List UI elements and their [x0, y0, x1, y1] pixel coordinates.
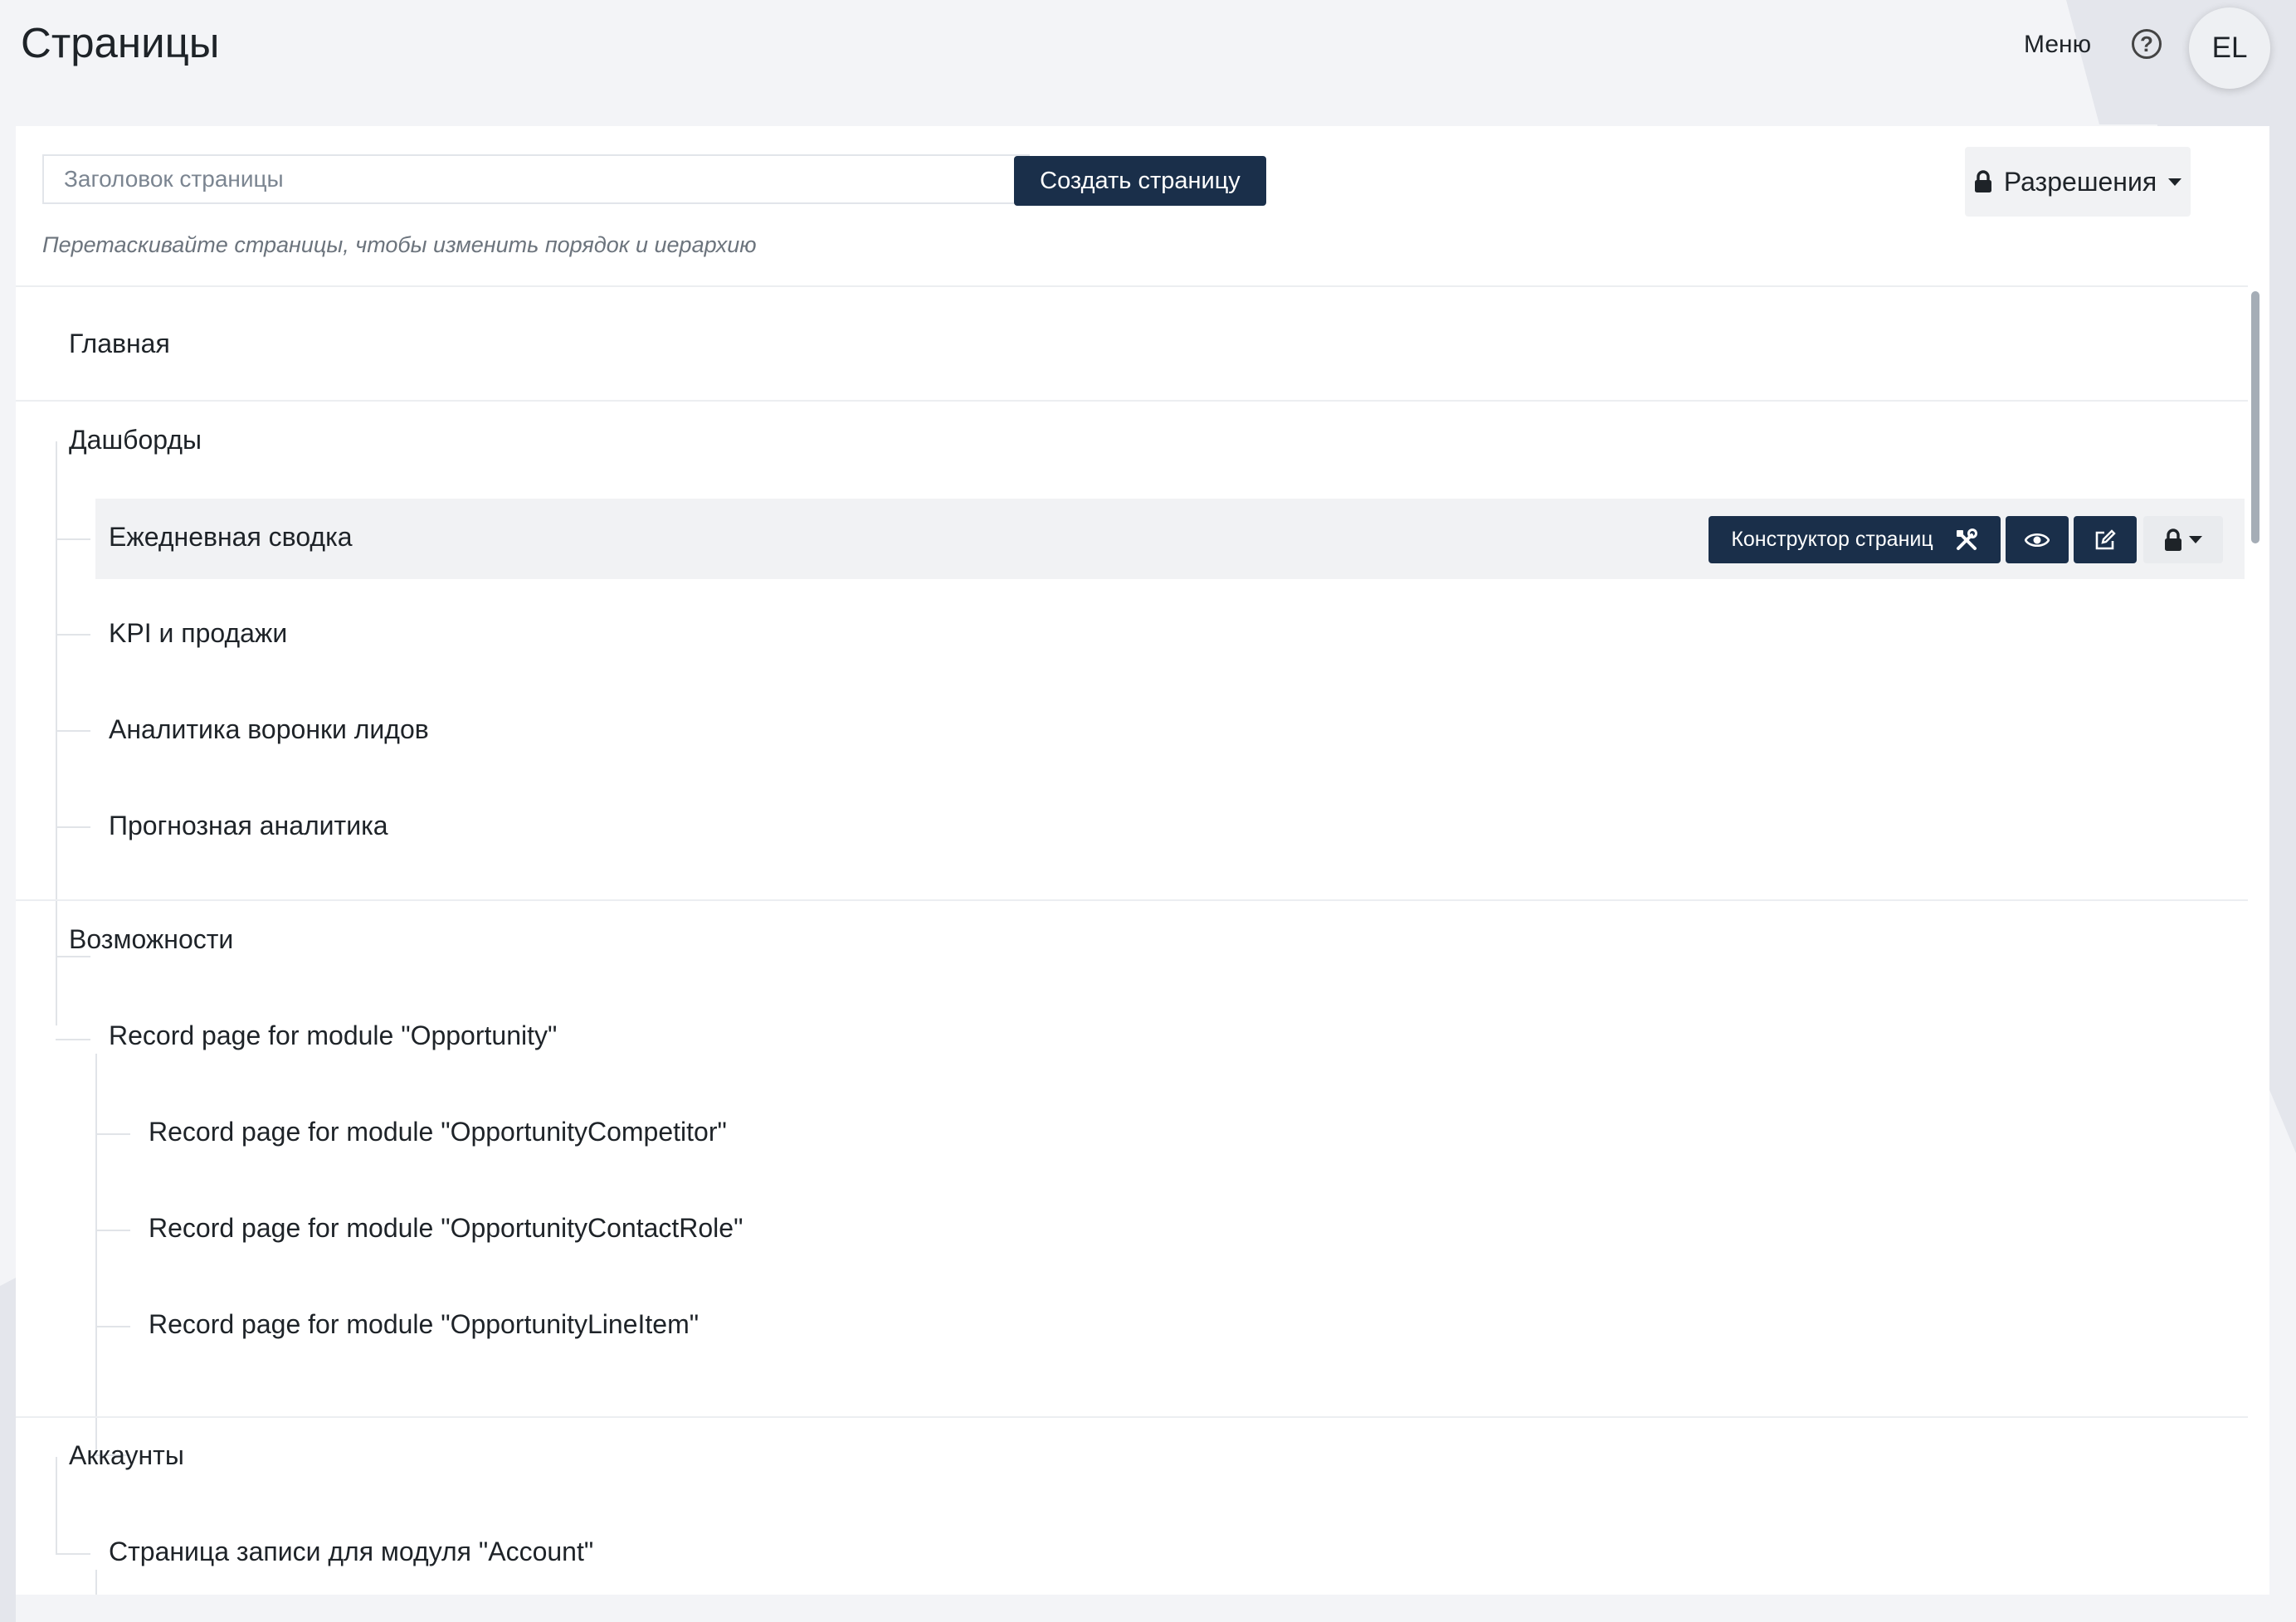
tree-node-dashboards[interactable]: Дашборды — [69, 425, 202, 455]
create-page-button[interactable]: Создать страницу — [1014, 156, 1266, 206]
tree-connector — [95, 1570, 97, 1595]
drag-hint: Перетаскивайте страницы, чтобы изменить … — [42, 232, 757, 257]
menu-button[interactable]: Меню — [2024, 31, 2091, 59]
tree-node-lead-funnel[interactable]: Аналитика воронки лидов — [109, 714, 429, 745]
page-builder-label: Конструктор страниц — [1731, 528, 1933, 551]
pages-card: Создать страницу Разрешения Перетаскивай… — [16, 126, 2269, 1595]
tree-connector — [56, 941, 57, 1025]
scrollbar[interactable] — [2248, 288, 2263, 1595]
lock-icon — [2165, 528, 2181, 551]
tree-connector — [56, 634, 90, 636]
edit-page-button[interactable] — [2074, 516, 2137, 563]
question-circle-icon[interactable]: ? — [2132, 29, 2162, 59]
tree-node-kpi-sales[interactable]: KPI и продажи — [109, 618, 287, 649]
tree-connector — [56, 956, 90, 957]
tree-node-forecast[interactable]: Прогнозная аналитика — [109, 811, 388, 841]
row-actions: Конструктор страниц — [1709, 516, 2223, 563]
tree-node-opportunity-contact-role[interactable]: Record page for module "OpportunityConta… — [149, 1213, 743, 1244]
tree-connector — [56, 730, 90, 732]
tree-node-opportunity-competitor[interactable]: Record page for module "OpportunityCompe… — [149, 1117, 727, 1147]
chevron-down-icon — [2168, 178, 2182, 186]
tools-icon — [1956, 528, 1977, 550]
avatar[interactable]: EL — [2189, 7, 2270, 89]
divider — [16, 1416, 2248, 1418]
tree-connector — [56, 1457, 57, 1553]
lock-icon — [1974, 170, 1991, 192]
tree-connector — [95, 1326, 130, 1327]
scrollbar-thumb[interactable] — [2251, 291, 2259, 543]
page-permissions-dropdown[interactable] — [2143, 516, 2223, 563]
tree-connector — [95, 1133, 130, 1135]
page-builder-button[interactable]: Конструктор страниц — [1709, 516, 2001, 563]
view-page-button[interactable] — [2006, 516, 2069, 563]
permissions-label: Разрешения — [2003, 166, 2157, 197]
tree-connector — [56, 1039, 90, 1040]
eye-icon — [2025, 533, 2050, 547]
divider — [16, 400, 2248, 402]
tree-node-daily-summary[interactable]: Ежедневная сводка — [109, 522, 353, 553]
tree-connector — [95, 1054, 97, 1455]
tree-node-accounts[interactable]: Аккаунты — [69, 1440, 184, 1471]
page-title-input[interactable] — [42, 154, 1030, 204]
tree-connector — [56, 826, 90, 828]
tree-node-features[interactable]: Возможности — [69, 924, 233, 955]
edit-icon — [2095, 528, 2116, 549]
tree-node-opportunity-line-item[interactable]: Record page for module "OpportunityLineI… — [149, 1309, 699, 1340]
tree-connector — [56, 538, 90, 540]
tree-node-home[interactable]: Главная — [69, 329, 170, 359]
tree-connector — [56, 441, 57, 957]
tree-node-account-record[interactable]: Страница записи для модуля "Account" — [109, 1537, 593, 1567]
chevron-down-icon — [2189, 536, 2202, 543]
tree-node-opportunity[interactable]: Record page for module "Opportunity" — [109, 1020, 557, 1051]
divider — [16, 285, 2248, 287]
tree-connector — [56, 1553, 90, 1555]
page-title: Страницы — [21, 19, 220, 66]
permissions-dropdown-button[interactable]: Разрешения — [1965, 147, 2191, 217]
tree-connector — [95, 1230, 130, 1231]
divider — [16, 899, 2248, 901]
